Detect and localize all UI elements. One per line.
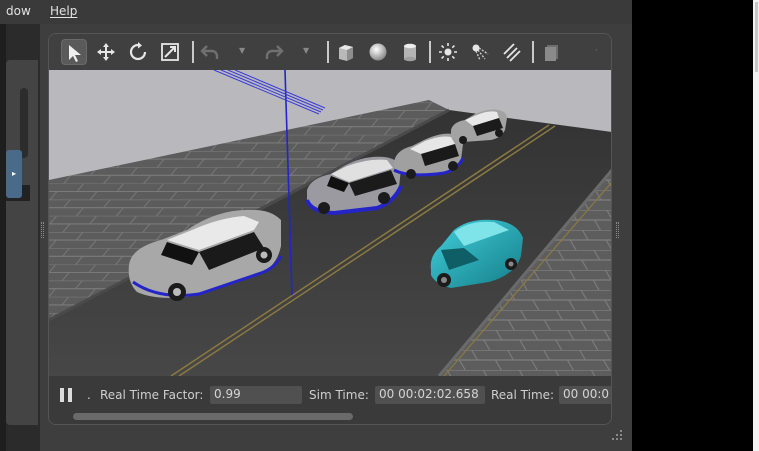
- scene-panel: ▼ ▼ · . Real Time Factor: 0.99 Sim Time:…: [48, 33, 612, 425]
- translate-icon[interactable]: [93, 39, 119, 65]
- undo-dropdown-icon[interactable]: ▼: [239, 46, 245, 55]
- rotate-icon[interactable]: [125, 39, 151, 65]
- menu-bar: dow Help: [0, 0, 632, 24]
- right-scrollbar-thumb[interactable]: [755, 2, 758, 72]
- undo-icon[interactable]: [197, 39, 223, 65]
- toolbar: ▼ ▼ ·: [49, 34, 611, 70]
- 3d-viewport[interactable]: [49, 70, 611, 376]
- real-time-factor-value: 0.99: [210, 386, 302, 404]
- directional-light-icon[interactable]: [499, 39, 525, 65]
- panel-collapse-handle[interactable]: ▸: [6, 150, 22, 198]
- horizontal-scrollbar-thumb[interactable]: [73, 413, 353, 420]
- horizontal-scrollbar[interactable]: [49, 406, 611, 424]
- real-time-value: 00 00:0: [559, 386, 611, 404]
- right-splitter-handle[interactable]: [616, 222, 619, 238]
- scale-icon[interactable]: [157, 39, 183, 65]
- left-panel-scrollbar[interactable]: [20, 88, 28, 158]
- sim-time-value: 00 00:02:02.658: [375, 386, 485, 404]
- background-area: [632, 0, 753, 451]
- status-bar: . Real Time Factor: 0.99 Sim Time: 00 00…: [49, 376, 611, 404]
- menu-window[interactable]: dow: [6, 4, 31, 18]
- cylinder-icon[interactable]: [397, 39, 423, 65]
- redo-dropdown-icon[interactable]: ▼: [303, 46, 309, 55]
- toolbar-separator: [327, 41, 329, 63]
- real-time-factor-label: Real Time Factor:: [100, 388, 204, 402]
- spot-light-icon[interactable]: [467, 39, 493, 65]
- pause-icon[interactable]: [59, 387, 73, 406]
- sim-time-label: Sim Time:: [309, 388, 369, 402]
- scene-render: [49, 70, 611, 376]
- box-icon[interactable]: [333, 39, 359, 65]
- resize-grip-icon[interactable]: [608, 428, 624, 442]
- toolbar-more-icon[interactable]: ·: [595, 46, 598, 55]
- point-light-icon[interactable]: [435, 39, 461, 65]
- menu-help[interactable]: Help: [50, 4, 77, 18]
- sphere-icon[interactable]: [365, 39, 391, 65]
- copy-icon[interactable]: [539, 39, 565, 65]
- toolbar-separator: [429, 41, 431, 63]
- left-splitter-handle[interactable]: [41, 222, 44, 238]
- status-separator-dot: .: [87, 388, 91, 402]
- toolbar-separator: [192, 41, 194, 63]
- real-time-label: Real Time:: [491, 388, 555, 402]
- toolbar-separator: [532, 41, 534, 63]
- redo-icon[interactable]: [261, 39, 287, 65]
- select-arrow-icon[interactable]: [61, 39, 87, 65]
